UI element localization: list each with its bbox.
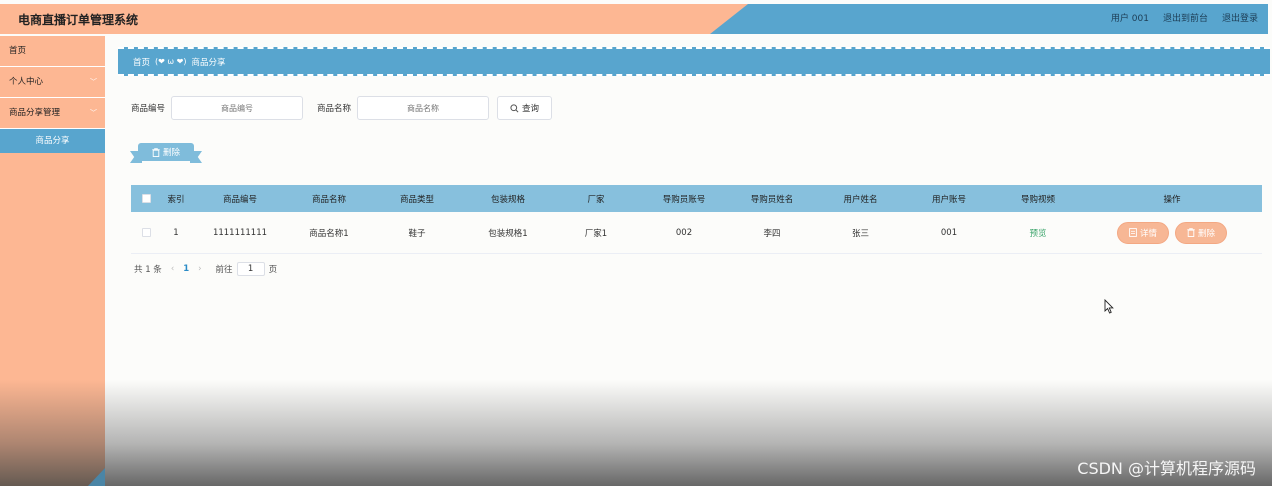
product-code-input[interactable] — [171, 96, 304, 120]
product-code-label: 商品编号 — [131, 104, 166, 114]
sidebar: 首页 个人中心 ﹀ 商品分享管理 ﹀ 商品分享 — [0, 36, 105, 486]
detail-button-label: 详情 — [1139, 228, 1157, 239]
product-name-input[interactable] — [357, 96, 490, 120]
breadcrumb: 首页 (❤ ω ❤) 商品分享 — [118, 47, 1270, 76]
watermark: CSDN @计算机程序源码 — [1077, 459, 1256, 478]
page-unit-label: 页 — [268, 265, 278, 275]
product-name-label: 商品名称 — [317, 104, 352, 114]
column-header: 厂家 — [587, 194, 605, 205]
goto-page-input[interactable]: 1 — [236, 262, 265, 276]
app-title: 电商直播订单管理系统 — [18, 13, 139, 27]
sidebar-item-product-share-management[interactable]: 商品分享管理 ﹀ — [0, 98, 105, 129]
breadcrumb-home[interactable]: 首页 — [133, 56, 150, 68]
column-header: 索引 — [167, 194, 185, 205]
sidebar-subitem-product-share[interactable]: 商品分享 — [0, 129, 105, 153]
chevron-right-icon[interactable]: › — [198, 264, 201, 274]
cell-guide-video: 预览 — [994, 227, 1082, 239]
chevron-left-icon[interactable]: ‹ — [171, 264, 174, 274]
search-bar: 商品编号 商品名称 查询 — [131, 96, 553, 120]
cell-guide-account: 002 — [675, 227, 693, 238]
exit-to-front-link[interactable]: 退出到前台 — [1163, 11, 1208, 24]
cell-user-name: 张三 — [851, 228, 869, 239]
query-button[interactable]: 查询 — [497, 96, 553, 120]
chevron-up-icon: ﹀ — [90, 109, 97, 117]
sidebar-item-label: 个人中心 — [9, 77, 44, 87]
row-delete-button[interactable]: 删除 — [1175, 221, 1228, 244]
column-header: 导购视频 — [1020, 194, 1055, 205]
table-row: 1 1111111111 商品名称1 鞋子 包装规格1 厂家1 002 李四 张… — [131, 212, 1262, 254]
sidebar-item-home[interactable]: 首页 — [0, 36, 105, 67]
chevron-down-icon: ﹀ — [90, 78, 97, 86]
query-button-label: 查询 — [522, 104, 540, 114]
column-header: 用户账号 — [931, 194, 966, 205]
cell-user-account: 001 — [940, 227, 958, 238]
sidebar-item-personal-center[interactable]: 个人中心 ﹀ — [0, 67, 105, 98]
top-header: 电商直播订单管理系统 用户 001 退出到前台 退出登录 — [0, 4, 1268, 34]
total-count: 共 1 条 — [134, 265, 162, 275]
breadcrumb-current: 商品分享 — [191, 57, 226, 68]
cell-guide-name: 李四 — [763, 228, 781, 239]
cell-product-code: 1111111111 — [212, 227, 268, 238]
cell-manufacturer: 厂家1 — [584, 228, 608, 239]
cell-product-name: 商品名称1 — [309, 228, 349, 239]
column-header: 商品名称 — [311, 194, 346, 205]
product-share-table: 索引 商品编号 商品名称 商品类型 包装规格 厂家 导购员账号 导购员姓名 用户… — [131, 185, 1262, 254]
batch-delete-button[interactable]: 删除 — [130, 143, 202, 165]
current-user-label[interactable]: 用户 001 — [1111, 11, 1149, 24]
select-all-checkbox[interactable] — [131, 194, 161, 203]
row-delete-label: 删除 — [1198, 228, 1216, 239]
pagination: 共 1 条 ‹ 1 › 前往 1 页 — [134, 262, 277, 276]
sidebar-item-label: 商品分享管理 — [9, 108, 61, 118]
breadcrumb-separator: (❤ ω ❤) — [155, 57, 187, 66]
column-header: 用户姓名 — [843, 194, 878, 205]
trash-icon — [152, 147, 160, 157]
batch-delete-label: 删除 — [162, 148, 180, 158]
logout-link[interactable]: 退出登录 — [1222, 11, 1258, 24]
cell-actions: 详情 删除 — [1082, 221, 1262, 244]
goto-label: 前往 — [215, 265, 233, 275]
table-header: 索引 商品编号 商品名称 商品类型 包装规格 厂家 导购员账号 导购员姓名 用户… — [131, 185, 1262, 212]
column-header: 导购员账号 — [662, 194, 706, 205]
detail-button[interactable]: 详情 — [1116, 221, 1169, 244]
cell-package-spec: 包装规格1 — [488, 228, 528, 239]
batch-delete-body[interactable]: 删除 — [138, 143, 194, 161]
video-preview-link[interactable]: 预览 — [1029, 229, 1046, 239]
column-header: 商品类型 — [399, 194, 434, 205]
cell-index: 1 — [173, 227, 179, 238]
column-header: 包装规格 — [490, 194, 525, 205]
row-checkbox[interactable] — [131, 228, 161, 237]
column-header: 操作 — [1163, 194, 1181, 205]
cell-product-type: 鞋子 — [408, 228, 426, 239]
search-icon — [510, 103, 519, 112]
column-header: 商品编号 — [222, 194, 257, 205]
page-jumper: 前往 1 页 — [215, 262, 278, 276]
column-header: 导购员姓名 — [750, 194, 794, 205]
mouse-pointer-icon — [1104, 299, 1114, 314]
sidebar-item-label: 首页 — [9, 46, 27, 56]
page-number-current[interactable]: 1 — [183, 264, 189, 274]
document-icon — [1129, 228, 1137, 237]
header-nav: 用户 001 退出到前台 退出登录 — [1111, 11, 1258, 24]
trash-icon — [1187, 228, 1195, 237]
